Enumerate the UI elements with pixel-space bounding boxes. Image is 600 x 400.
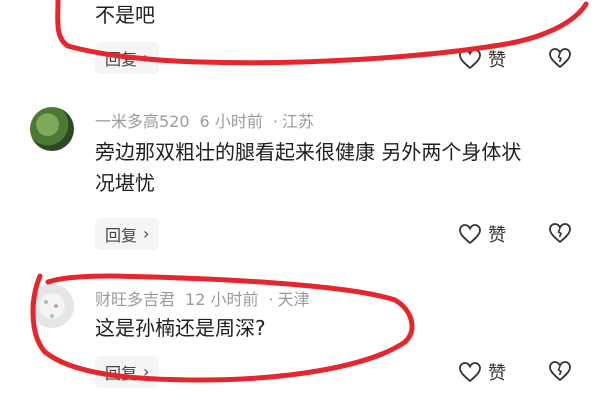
like-button[interactable]: 赞 — [458, 46, 506, 72]
reply-label: 回复 — [105, 364, 138, 383]
like-label: 赞 — [488, 50, 506, 71]
avatar[interactable] — [30, 107, 74, 151]
comment-location: 江苏 — [281, 112, 314, 131]
heart-outline-icon — [459, 362, 481, 383]
reply-label: 回复 — [105, 50, 138, 69]
like-button[interactable]: 赞 — [458, 221, 506, 247]
heart-outline-icon — [459, 224, 481, 245]
heart-outline-icon — [459, 49, 481, 70]
like-label: 赞 — [488, 363, 506, 384]
reply-button[interactable]: 回复 › — [95, 42, 160, 74]
broken-heart-icon[interactable] — [548, 359, 572, 383]
comment-item: 不是吧 回复 › 赞 — [0, 0, 600, 90]
reply-button[interactable]: 回复 › — [95, 356, 160, 388]
author-name[interactable]: 一米多高520 — [95, 112, 190, 131]
comment-text: 这是孙楠还是周深? — [95, 316, 266, 340]
comment-text: 不是吧 — [95, 3, 155, 27]
reply-button[interactable]: 回复 › — [95, 218, 160, 250]
chevron-right-icon: › — [143, 48, 150, 67]
chevron-right-icon: › — [143, 362, 150, 381]
broken-heart-icon[interactable] — [548, 221, 572, 245]
meta-separator: · — [272, 112, 278, 131]
chevron-right-icon: › — [143, 224, 150, 243]
comment-meta: 一米多高520 6 小时前 · 江苏 — [95, 108, 324, 132]
reply-label: 回复 — [105, 226, 138, 245]
broken-heart-icon[interactable] — [548, 46, 572, 70]
like-button[interactable]: 赞 — [458, 359, 506, 385]
avatar[interactable] — [30, 284, 74, 328]
comment-location: 天津 — [277, 290, 310, 309]
comment-item: 一米多高520 6 小时前 · 江苏 旁边那双粗壮的腿看起来很健康 另外两个身体状况堪… — [0, 100, 600, 260]
comment-item: 财旺多吉君 12 小时前 · 天津 这是孙楠还是周深? 回复 › 赞 — [0, 278, 600, 400]
comment-time: 6 小时前 — [199, 112, 263, 131]
like-label: 赞 — [488, 225, 506, 246]
comment-text: 旁边那双粗壮的腿看起来很健康 另外两个身体状况堪忧 — [95, 140, 522, 195]
meta-separator: · — [268, 290, 274, 309]
comment-meta: 财旺多吉君 12 小时前 · 天津 — [95, 286, 320, 310]
comment-time: 12 小时前 — [185, 290, 259, 309]
author-name[interactable]: 财旺多吉君 — [95, 290, 175, 309]
